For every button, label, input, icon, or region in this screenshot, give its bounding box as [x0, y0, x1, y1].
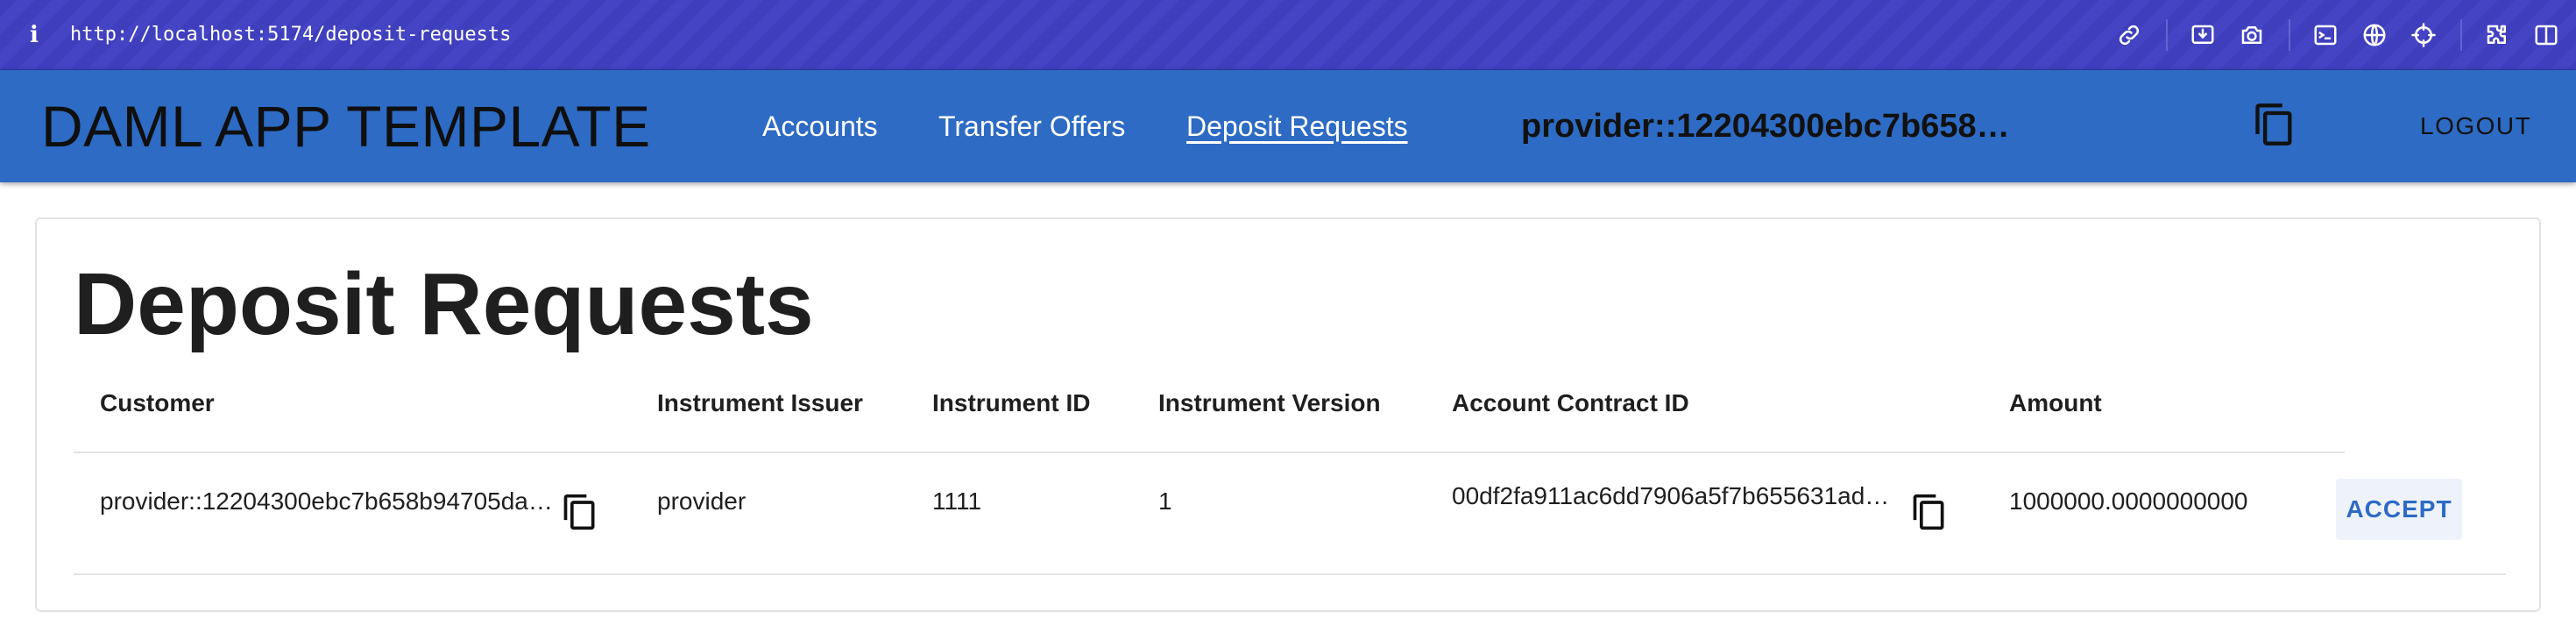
cell-instrument-id: 1111 — [932, 487, 982, 515]
column-header-instrument-version: Instrument Version — [1158, 389, 1381, 416]
toolbar-separator — [2460, 19, 2462, 51]
copy-customer-icon[interactable] — [561, 489, 599, 535]
nav-link-transfer-offers[interactable]: Transfer Offers — [938, 109, 1125, 144]
copy-party-icon[interactable] — [2252, 100, 2297, 149]
deposit-requests-card: Deposit Requests Customer Instrument Iss… — [35, 217, 2541, 612]
browser-toolbar — [2098, 18, 2564, 53]
url-field[interactable]: http://localhost:5174/deposit-requests — [70, 21, 511, 49]
party-id: provider::12204300ebc7b658b94705daea8… — [1521, 108, 2012, 145]
browser-address-bar: i http://localhost:5174/deposit-requests — [0, 0, 2576, 70]
cell-customer: provider::12204300ebc7b658b94705da… — [100, 487, 553, 515]
nav-link-deposit-requests[interactable]: Deposit Requests — [1186, 109, 1408, 144]
nav-link-accounts[interactable]: Accounts — [762, 109, 878, 144]
extensions-icon[interactable] — [2480, 18, 2515, 53]
logout-button[interactable]: LOGOUT — [2420, 110, 2531, 142]
camera-icon[interactable] — [2234, 18, 2269, 53]
accept-button[interactable]: ACCEPT — [2336, 479, 2462, 540]
cell-instrument-issuer: provider — [657, 487, 747, 515]
app-title: DAML APP TEMPLATE — [41, 94, 651, 159]
toolbar-separator — [2166, 19, 2168, 51]
table-header-divider — [74, 452, 2345, 453]
column-header-instrument-id: Instrument ID — [932, 389, 1091, 416]
link-icon[interactable] — [2112, 18, 2147, 53]
copy-account-contract-id-icon[interactable] — [1910, 489, 1949, 535]
cell-instrument-version: 1 — [1158, 487, 1172, 515]
app-bar: DAML APP TEMPLATE Accounts Transfer Offe… — [0, 70, 2576, 182]
column-header-amount: Amount — [2009, 389, 2102, 416]
table-row-divider — [74, 573, 2506, 575]
download-icon[interactable] — [2185, 18, 2220, 53]
sidebar-icon[interactable] — [2529, 18, 2564, 53]
cell-amount: 1000000.0000000000 — [2009, 487, 2248, 515]
crosshair-icon[interactable] — [2406, 18, 2441, 53]
toolbar-separator — [2289, 19, 2290, 51]
site-info-icon[interactable]: i — [30, 21, 44, 49]
page-title: Deposit Requests — [74, 255, 814, 353]
column-header-customer: Customer — [100, 389, 215, 416]
column-header-account-contract-id: Account Contract ID — [1452, 389, 1689, 416]
globe-icon[interactable] — [2357, 18, 2392, 53]
terminal-icon[interactable] — [2308, 18, 2343, 53]
column-header-instrument-issuer: Instrument Issuer — [657, 389, 863, 416]
cell-account-contract-id: 00df2fa911ac6dd7906a5f7b655631ad… — [1452, 482, 1890, 509]
